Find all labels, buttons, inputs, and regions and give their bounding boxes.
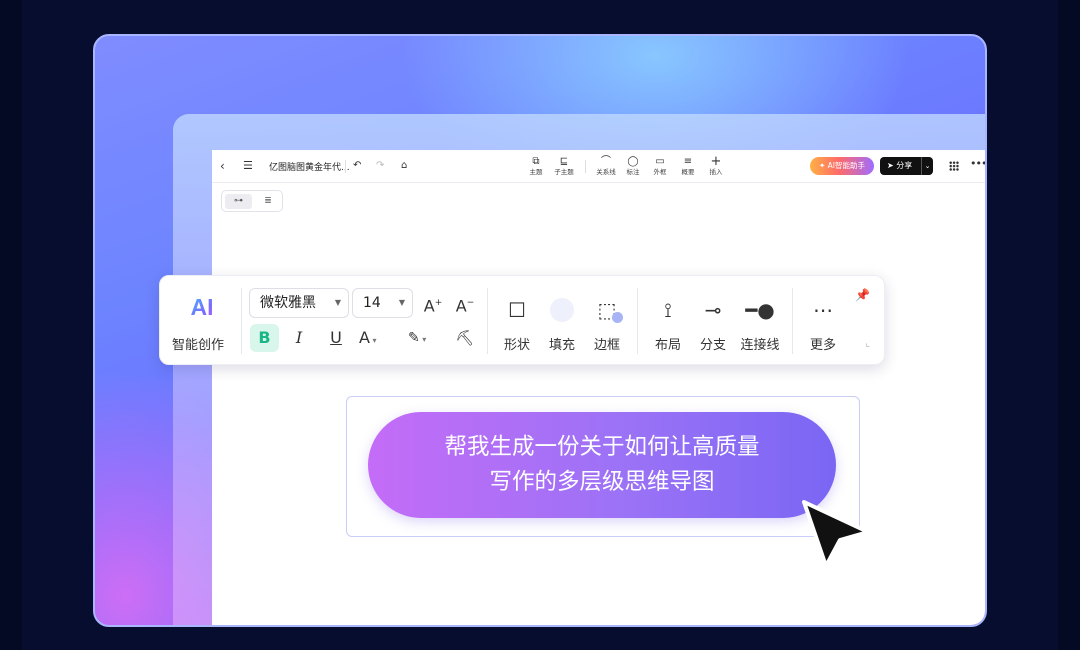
- mouse-pointer-icon: [802, 500, 870, 568]
- font-size-select[interactable]: 14 ▼: [352, 288, 413, 318]
- ai-create-logo[interactable]: AI: [184, 294, 220, 321]
- toolbar-callout[interactable]: ◯ 标注: [618, 155, 648, 177]
- border-tool[interactable]: ⬚ 边框: [584, 296, 630, 353]
- shape-tool[interactable]: ☐ 形状: [494, 296, 540, 353]
- collapse-icon[interactable]: ⌞: [865, 338, 870, 349]
- insert-icon: +: [710, 154, 722, 169]
- divider: [792, 288, 793, 354]
- apps-grid-icon[interactable]: [949, 161, 959, 171]
- branch-icon: ⊸: [704, 298, 722, 322]
- view-toggle: ⊶ ≣: [221, 190, 283, 212]
- divider: [585, 160, 586, 173]
- connector-icon: ━●: [745, 298, 775, 322]
- mindmap-view-icon[interactable]: ⊶: [225, 194, 252, 209]
- pin-icon[interactable]: 📌: [855, 288, 870, 302]
- format-painter-icon[interactable]: ⌂: [401, 159, 407, 173]
- branch-tool[interactable]: ⊸ 分支: [690, 296, 736, 353]
- fill-icon: [539, 296, 585, 324]
- chevron-down-icon[interactable]: ⌄: [921, 157, 933, 175]
- format-brush-icon[interactable]: ⛏: [454, 325, 476, 351]
- toolbar-insert[interactable]: + 插入: [701, 155, 731, 177]
- topic-icon: ⧉: [532, 156, 540, 167]
- background-edge-left: [0, 0, 22, 650]
- highlighter-icon: ✎: [408, 330, 420, 346]
- back-icon[interactable]: ‹: [220, 159, 225, 173]
- toolbar-subtopic[interactable]: ⊑ 子主题: [549, 155, 579, 177]
- toolbar-topic[interactable]: ⧉ 主题: [521, 155, 551, 177]
- connector-tool[interactable]: ━● 连接线: [737, 296, 783, 353]
- increase-font-button[interactable]: A+: [422, 290, 444, 319]
- subtopic-icon: ⊑: [559, 156, 569, 167]
- toolbar-relation[interactable]: ⌒ 关系线: [591, 155, 621, 177]
- font-family-select[interactable]: 微软雅黑 ▼: [249, 288, 349, 318]
- format-toolbar: AI 智能创作 微软雅黑 ▼ 14 ▼ A+ A− B I U A ▾ ✎ ▾ …: [159, 275, 885, 365]
- divider: [241, 288, 242, 354]
- background-edge-right: [1058, 0, 1080, 650]
- more-icon: ⋯: [813, 298, 833, 322]
- toolbar-summary[interactable]: ≡ 概要: [673, 155, 703, 177]
- boundary-icon: ▭: [655, 156, 665, 167]
- chevron-down-icon: ▼: [334, 298, 341, 307]
- summary-icon: ≡: [683, 156, 693, 167]
- more-options-icon[interactable]: •••: [970, 157, 985, 170]
- decrease-font-button[interactable]: A−: [454, 290, 476, 319]
- underline-button[interactable]: U: [325, 325, 347, 351]
- sparkle-icon: ✦: [818, 161, 826, 170]
- relation-icon: ⌒: [601, 156, 611, 167]
- italic-button[interactable]: I: [288, 325, 310, 351]
- callout-icon: ◯: [627, 156, 639, 167]
- border-icon: ⬚: [584, 296, 630, 324]
- ai-assistant-button[interactable]: ✦ AI智能助手: [810, 157, 874, 175]
- more-tool[interactable]: ⋯ 更多: [800, 296, 846, 353]
- prompt-line-1: 帮我生成一份关于如何让高质量: [444, 434, 760, 460]
- prompt-line-2: 写作的多层级思维导图: [489, 469, 715, 495]
- divider: [487, 288, 488, 354]
- layout-icon: ⟟: [664, 298, 672, 322]
- layout-tool[interactable]: ⟟ 布局: [645, 296, 691, 353]
- send-icon: ➤: [887, 161, 894, 170]
- fill-tool[interactable]: 填充: [539, 296, 585, 353]
- redo-icon[interactable]: ↷: [376, 159, 384, 173]
- font-color-button[interactable]: A ▾: [359, 325, 393, 354]
- chevron-down-icon: ▼: [398, 298, 405, 307]
- ai-create-label[interactable]: 智能创作: [172, 334, 224, 353]
- document-title[interactable]: 亿图脑图黄金年代...: [269, 160, 350, 173]
- highlight-button[interactable]: ✎ ▾: [408, 325, 440, 353]
- shape-icon: ☐: [508, 298, 526, 322]
- bold-button[interactable]: B: [250, 324, 279, 352]
- toolbar-boundary[interactable]: ▭ 外框: [645, 155, 675, 177]
- divider: [345, 160, 346, 173]
- share-button[interactable]: ➤ 分享 ⌄: [880, 157, 933, 175]
- outline-view-icon[interactable]: ≣: [256, 194, 280, 209]
- undo-icon[interactable]: ↶: [353, 159, 361, 173]
- menu-icon[interactable]: ☰: [243, 159, 253, 173]
- prompt-bubble: 帮我生成一份关于如何让高质量 写作的多层级思维导图: [368, 412, 836, 518]
- divider: [637, 288, 638, 354]
- app-topbar: ‹ ☰ 亿图脑图黄金年代... ↶ ↷ ⌂ ⧉ 主题 ⊑ 子主题 ⌒ 关系线 ◯…: [212, 150, 985, 183]
